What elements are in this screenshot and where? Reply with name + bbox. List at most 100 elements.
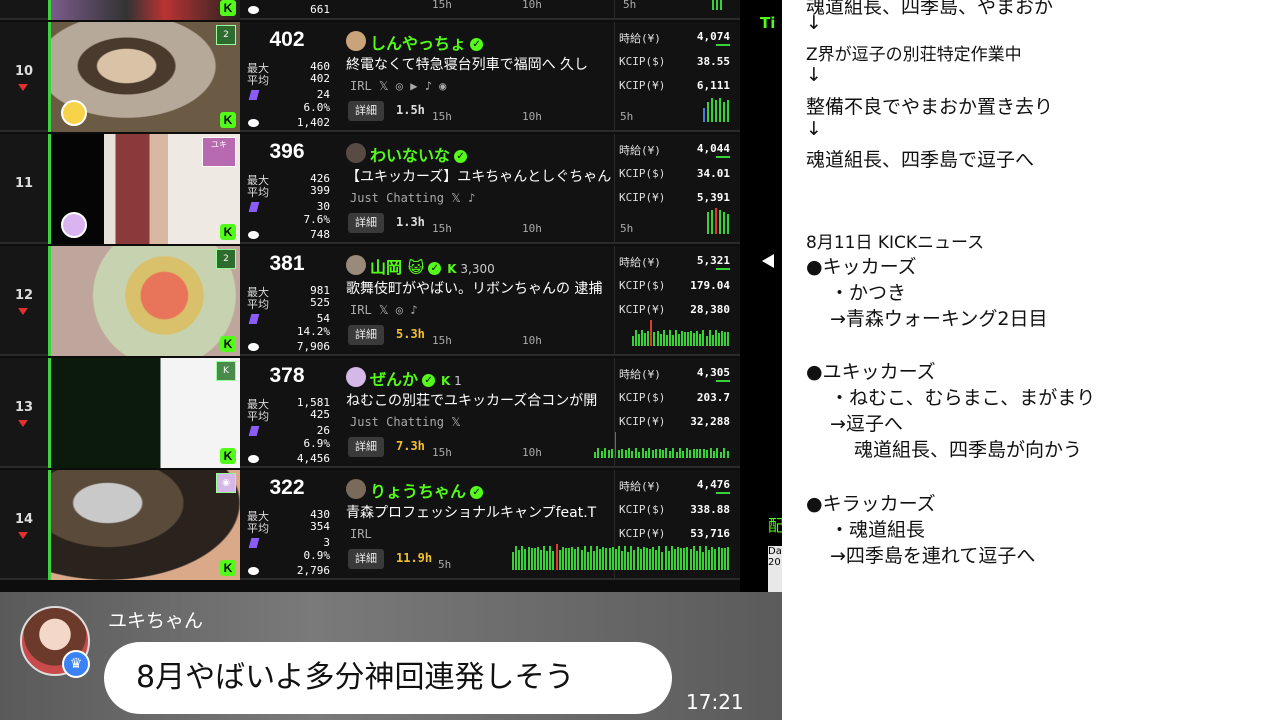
chat-icon	[248, 567, 259, 575]
streamer-avatar	[346, 479, 366, 499]
detail-button[interactable]: 詳細	[348, 325, 384, 345]
rank-number: 10	[14, 64, 34, 79]
ranking-row[interactable]: 12 2 K 381 最大 981 平均 525 54 14.2% 7,906 …	[0, 246, 740, 356]
rank-down-icon	[18, 420, 28, 427]
stream-duration: 1.5h	[396, 103, 425, 117]
hourly-label: 時給(¥)	[619, 256, 661, 269]
ranking-row[interactable]: 13 K K 378 最大 1,581 平均 425 26 6.9% 4,456…	[0, 358, 740, 468]
histogram-bar	[590, 546, 592, 570]
stream-category: IRL	[350, 527, 372, 541]
detail-button[interactable]: 詳細	[348, 213, 384, 233]
chat-icon	[248, 231, 259, 239]
chat-icon	[248, 6, 259, 14]
stream-thumbnail[interactable]: 2 K	[48, 246, 240, 356]
chart-tick: 15h	[432, 334, 452, 347]
avg-label: 平均	[247, 410, 269, 423]
hourly-value: 4,044	[696, 142, 730, 155]
rank-column: 11	[0, 134, 48, 242]
histogram-bar	[609, 548, 611, 570]
histogram-bar	[556, 544, 558, 570]
ranking-row[interactable]: 11 ユキ K 396 最大 426 平均 399 30 7.6% 748 わい…	[0, 134, 740, 244]
kick-icon: K	[220, 112, 236, 128]
strip-label: Ti	[760, 14, 776, 32]
stream-title[interactable]: ねむこの別荘でユキッカーズ合コンが開	[346, 390, 614, 410]
earnings-column: 5h	[614, 0, 740, 20]
avg-value: 402	[310, 72, 330, 85]
sub-icon	[248, 426, 260, 436]
avg-label: 平均	[247, 522, 269, 535]
hourly-label: 時給(¥)	[619, 32, 661, 45]
histogram-bar	[540, 550, 542, 570]
detail-button[interactable]: 詳細	[348, 437, 384, 457]
histogram-bar	[581, 550, 583, 570]
news-arrow: ↓	[806, 64, 822, 86]
stream-category: IRL 𝕏 ◎ ♪	[350, 303, 418, 317]
streamer-name[interactable]: ぜんか ✓ K 1	[370, 366, 462, 390]
stream-title[interactable]: 【ユキッカーズ】ユキちゃんとしぐちゃんと	[346, 166, 614, 186]
stream-duration: 11.9h	[396, 551, 433, 565]
histogram-bar	[537, 547, 539, 570]
detail-button[interactable]: 詳細	[348, 101, 384, 121]
hourly-label: 時給(¥)	[619, 144, 661, 157]
sub-count: 54	[316, 312, 330, 325]
histogram-bar	[518, 550, 520, 570]
stream-thumbnail[interactable]: K	[48, 0, 240, 20]
streamer-name[interactable]: しんやっちょ ✓	[370, 30, 484, 54]
detail-button[interactable]: 詳細	[348, 549, 384, 569]
stream-stats: 322 最大 430 平均 354 3 0.9% 2,796	[242, 470, 342, 580]
rank-column: 10	[0, 22, 48, 130]
streamer-name[interactable]: りょうちゃん ✓	[370, 478, 484, 502]
histogram-bar	[565, 548, 567, 570]
sub-percent: 6.9%	[303, 437, 331, 450]
stream-info: 山岡 😺 ✓ K 3,300 歌舞伎町がやばい。リボンちゃんの 逮捕 IRL 𝕏 ◎…	[342, 246, 729, 356]
stream-title[interactable]: 青森プロフェッショナルキャンプfeat.T	[346, 502, 614, 522]
histogram-bar	[601, 451, 603, 458]
viewer-history-chart	[710, 0, 730, 10]
group-badge-icon: 2	[216, 25, 236, 45]
streamer-name[interactable]: わいないな ✓	[370, 142, 468, 166]
stream-thumbnail[interactable]: ユキ K	[48, 134, 240, 244]
chart-tick: 15h	[432, 110, 452, 123]
histogram-bar	[611, 449, 613, 458]
stream-thumbnail[interactable]: K K	[48, 358, 240, 468]
chart-tick: 10h	[522, 334, 542, 347]
chat-username: ユキちゃん	[108, 610, 204, 632]
histogram-bar	[596, 546, 598, 570]
rank-down-icon	[18, 308, 28, 315]
kick-icon: K	[220, 448, 236, 464]
ranking-row[interactable]: 10 2 K 402 最大 460 平均 402 24 6.0% 1,402 し…	[0, 22, 740, 132]
sub-icon	[248, 314, 260, 324]
histogram-bar	[593, 551, 595, 570]
histogram-bar	[574, 549, 576, 570]
rank-down-icon	[18, 84, 28, 91]
hourly-bar	[716, 44, 730, 46]
sub-percent: 0.9%	[303, 549, 331, 562]
rank-column: 14	[0, 470, 48, 578]
streamer-avatar	[346, 367, 366, 387]
chat-overlay: ♛ ユキちゃん 8月やばいよ多分神回連発しそう 17:21	[0, 592, 782, 720]
avg-value: 525	[310, 296, 330, 309]
streamer-name[interactable]: 山岡 😺 ✓ K 3,300	[370, 254, 495, 278]
collapse-arrow-icon[interactable]	[762, 254, 774, 268]
stream-thumbnail[interactable]: ◉ K	[48, 470, 240, 580]
hourly-value: 4,305	[696, 366, 730, 379]
stream-thumbnail[interactable]: 2 K	[48, 22, 240, 132]
stream-title[interactable]: 歌舞伎町がやばい。リボンちゃんの 逮捕	[346, 278, 614, 298]
sub-percent: 14.2%	[296, 325, 330, 338]
kick-icon: K	[220, 0, 236, 16]
kick-icon: K	[220, 560, 236, 576]
stream-info: りょうちゃん ✓ 青森プロフェッショナルキャンプfeat.T IRL 詳細 11.…	[342, 470, 729, 580]
kcip-jpy-label: KCIP(¥)	[619, 415, 666, 428]
stream-title[interactable]: 終電なくて特急寝台列車で福岡へ 久し	[346, 54, 614, 74]
histogram-bar	[512, 552, 514, 570]
rank-number: 11	[14, 176, 34, 191]
histogram-bar	[594, 452, 596, 458]
histogram-bar	[528, 547, 530, 570]
rank-column: 12	[0, 246, 48, 354]
news-line: 魂道組長、四季島、やまおか	[806, 0, 1054, 18]
kcip-jpy-label: KCIP(¥)	[619, 527, 666, 540]
histogram-bar	[604, 448, 606, 458]
chart-tick: 10h	[522, 446, 542, 459]
ranking-row[interactable]: 14 ◉ K 322 最大 430 平均 354 3 0.9% 2,796 りょ…	[0, 470, 740, 580]
kcip-usd-value: 179.04	[690, 279, 730, 292]
